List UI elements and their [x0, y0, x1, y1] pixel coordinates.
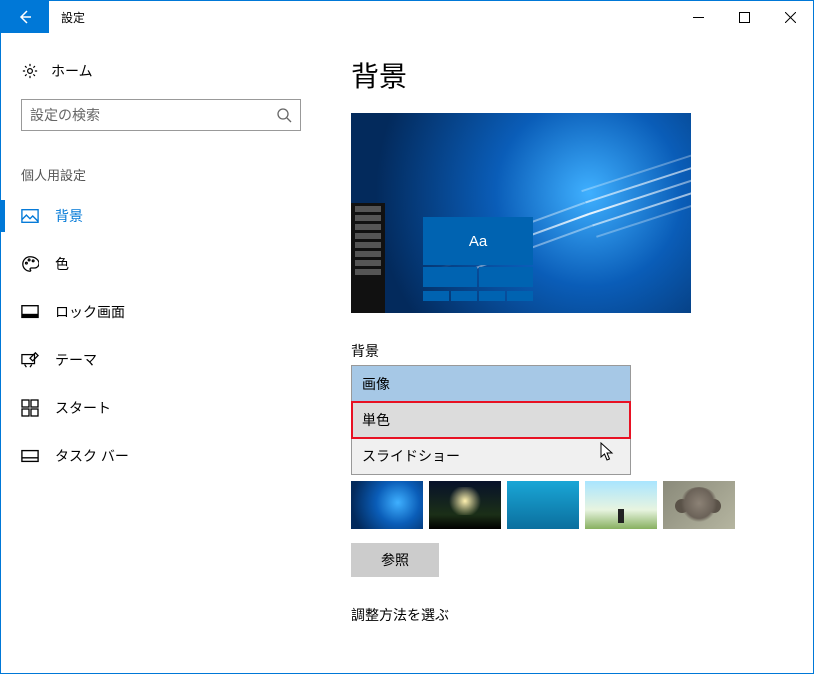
page-title: 背景 [351, 55, 783, 95]
search-placeholder: 設定の検索 [30, 105, 276, 125]
preview-start-tiles: Aa [423, 217, 533, 313]
minimize-button[interactable] [675, 1, 721, 33]
palette-icon [21, 255, 39, 273]
recent-images [351, 481, 783, 529]
sidebar-item-label: テーマ [55, 350, 97, 370]
search-icon [276, 107, 292, 123]
dropdown-option-picture[interactable]: 画像 [352, 366, 630, 402]
settings-window: 設定 ホーム 設定の検索 個人用 [0, 0, 814, 674]
sidebar-item-start[interactable]: スタート [1, 384, 321, 432]
close-button[interactable] [767, 1, 813, 33]
window-title: 設定 [49, 1, 675, 33]
wallpaper-thumb[interactable] [663, 481, 735, 529]
sidebar-item-colors[interactable]: 色 [1, 240, 321, 288]
background-type-dropdown[interactable]: 画像 単色 スライドショー [351, 365, 631, 475]
theme-icon [21, 351, 39, 369]
sidebar-item-themes[interactable]: テーマ [1, 336, 321, 384]
sidebar-item-taskbar[interactable]: タスク バー [1, 432, 321, 480]
titlebar: 設定 [1, 1, 813, 33]
window-controls [675, 1, 813, 33]
maximize-button[interactable] [721, 1, 767, 33]
main-content: 背景 Aa 背景 画像 単色 スライドショー [321, 33, 813, 673]
sidebar-item-lockscreen[interactable]: ロック画面 [1, 288, 321, 336]
wallpaper-thumb[interactable] [429, 481, 501, 529]
picture-icon [21, 207, 39, 225]
close-icon [785, 12, 796, 23]
minimize-icon [693, 12, 704, 23]
sidebar-item-label: ロック画面 [55, 302, 125, 322]
search-input[interactable]: 設定の検索 [21, 99, 301, 131]
home-button[interactable]: ホーム [1, 53, 321, 95]
lockscreen-icon [21, 303, 39, 321]
maximize-icon [739, 12, 750, 23]
back-button[interactable] [1, 1, 49, 33]
gear-icon [21, 62, 39, 80]
wallpaper-thumb[interactable] [507, 481, 579, 529]
sidebar-item-label: 背景 [55, 206, 83, 226]
taskbar-icon [21, 447, 39, 465]
background-field-label: 背景 [351, 341, 783, 361]
fit-label: 調整方法を選ぶ [351, 605, 783, 625]
sidebar: ホーム 設定の検索 個人用設定 背景 色 [1, 33, 321, 673]
sidebar-item-label: タスク バー [55, 446, 129, 466]
content-body: ホーム 設定の検索 個人用設定 背景 色 [1, 33, 813, 673]
dropdown-option-solidcolor[interactable]: 単色 [352, 402, 630, 438]
arrow-left-icon [17, 9, 33, 25]
browse-button[interactable]: 参照 [351, 543, 439, 577]
sidebar-item-label: 色 [55, 254, 69, 274]
home-label: ホーム [51, 61, 93, 81]
sidebar-item-label: スタート [55, 398, 111, 418]
sidebar-item-background[interactable]: 背景 [1, 192, 321, 240]
preview-sample-tile: Aa [423, 217, 533, 265]
preview-taskbar [351, 203, 385, 313]
wallpaper-thumb[interactable] [585, 481, 657, 529]
dropdown-option-slideshow[interactable]: スライドショー [352, 438, 630, 474]
wallpaper-thumb[interactable] [351, 481, 423, 529]
start-icon [21, 399, 39, 417]
category-label: 個人用設定 [1, 131, 321, 192]
desktop-preview: Aa [351, 113, 691, 313]
